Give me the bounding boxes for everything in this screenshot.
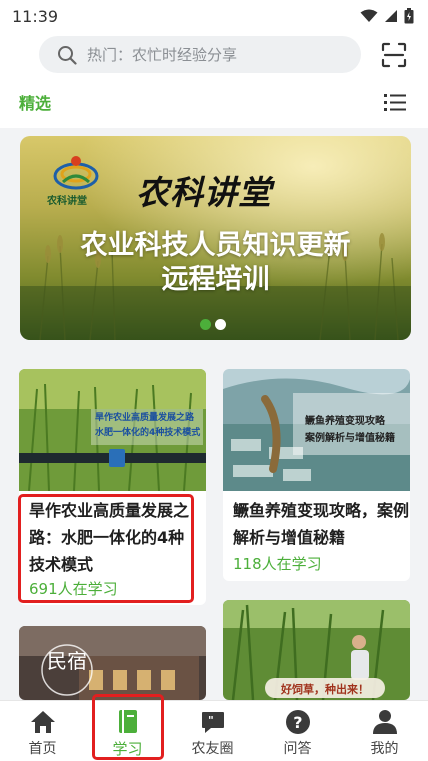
banner-brand: 农科讲堂: [136, 173, 272, 212]
thumbnail-caption: 旱作农业高质量发展之路 水肥一体化的4种技术模式: [95, 411, 203, 441]
search-placeholder: 热门：农忙时经验分享: [87, 46, 238, 64]
course-title: 鳜鱼养殖变现攻略，案例解析与增值秘籍: [233, 501, 410, 547]
nongke-logo-icon: [53, 156, 99, 190]
highlight-box: [92, 694, 164, 760]
chat-bubble-icon: ": [202, 712, 224, 733]
course-card[interactable]: 好饲草，种出来！: [223, 600, 410, 700]
carousel-dots: [200, 319, 226, 330]
bottom-nav: 首页 学习 " 农友圈 ? 问答 我的: [0, 700, 428, 761]
carousel-dot[interactable]: [200, 319, 211, 330]
search-icon: [58, 45, 77, 65]
carousel-dot[interactable]: [215, 319, 226, 330]
nav-item-qa[interactable]: ? 问答: [255, 701, 340, 761]
nav-item-community[interactable]: " 农友圈: [170, 701, 255, 761]
banner-title: 农业科技人员知识更新 远程培训: [20, 229, 411, 297]
search-row: 热门：农忙时经验分享: [0, 32, 428, 78]
tab-featured[interactable]: 精选: [19, 90, 51, 114]
category-tab-bar: 精选: [0, 78, 428, 128]
thumbnail-caption-line2: 水肥一体化的4种技术模式: [95, 428, 201, 438]
banner-logo-text: 农科讲堂: [47, 196, 87, 207]
learner-count: 118人在学习: [233, 555, 322, 573]
promo-banner[interactable]: 农科讲堂 农科讲堂 农业科技人员知识更新 远程培训: [20, 136, 411, 340]
battery-icon: [404, 8, 414, 24]
scan-icon[interactable]: [380, 41, 408, 69]
question-icon: ?: [286, 710, 310, 734]
thumbnail-caption-line1: 鳜鱼养殖变现攻略: [305, 416, 385, 427]
signal-icon: [385, 10, 397, 22]
course-card[interactable]: 民宿: [19, 626, 206, 700]
nav-label-profile: 我的: [370, 741, 399, 757]
nav-item-home[interactable]: 首页: [0, 701, 85, 761]
thumbnail-caption-line1: 旱作农业高质量发展之路: [95, 413, 195, 423]
thumbnail-caption: 鳜鱼养殖变现攻略 案例解析与增值秘籍: [305, 413, 410, 447]
status-icons: [360, 8, 414, 24]
svg-text:?: ?: [293, 713, 302, 732]
svg-text:": ": [208, 714, 214, 727]
thumbnail-caption-line2: 案例解析与增值秘籍: [305, 433, 395, 444]
highlight-box: [18, 494, 194, 603]
nav-label-home: 首页: [28, 741, 57, 757]
wifi-icon: [360, 9, 378, 22]
status-time: 11:39: [12, 6, 59, 26]
nav-label-community: 农友圈: [191, 741, 234, 757]
list-menu-icon[interactable]: [383, 91, 407, 113]
thumbnail-caption: 好饲草，种出来！: [281, 683, 369, 696]
home-icon: [31, 711, 55, 733]
banner-title-line1: 农业科技人员知识更新: [80, 230, 351, 261]
nav-item-profile[interactable]: 我的: [340, 701, 425, 761]
course-card[interactable]: 鳜鱼养殖变现攻略 案例解析与增值秘籍 鳜鱼养殖变现攻略，案例解析与增值秘籍 11…: [223, 369, 410, 581]
thumbnail-caption: 民宿: [47, 649, 87, 673]
search-input[interactable]: 热门：农忙时经验分享: [39, 36, 361, 73]
status-bar: 11:39: [0, 0, 428, 32]
person-icon: [373, 710, 397, 734]
banner-title-line2: 远程培训: [161, 264, 270, 295]
nav-label-qa: 问答: [283, 741, 312, 757]
